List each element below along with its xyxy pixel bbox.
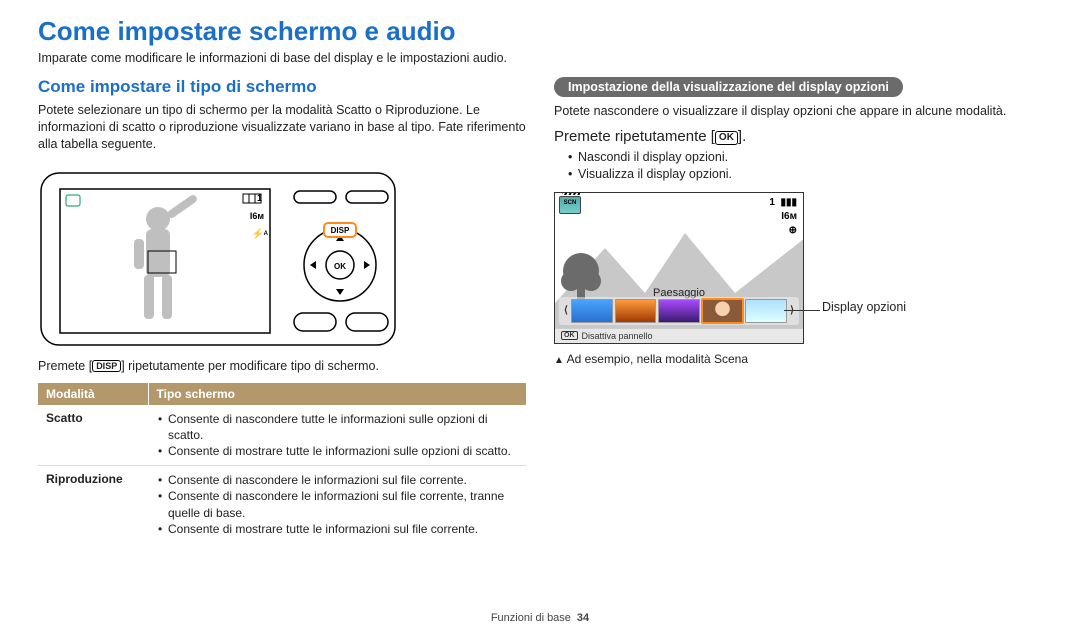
svg-text:DISP: DISP <box>331 226 350 235</box>
page-title: Come impostare schermo e audio <box>38 16 1042 47</box>
intro-text: Imparate come modificare le informazioni… <box>38 51 1042 65</box>
table-row: Riproduzione Consente di nascondere le i… <box>38 466 526 543</box>
table-row: Scatto Consente di nascondere tutte le i… <box>38 405 526 466</box>
screen-type-table: Modalità Tipo schermo Scatto Consente di… <box>38 383 526 543</box>
svg-text:I6ᴍ: I6ᴍ <box>250 211 265 221</box>
action-bullets: Nascondi il display opzioni. Visualizza … <box>554 149 1042 184</box>
right-column: Impostazione della visualizzazione del d… <box>554 77 1042 543</box>
camera-illustration: 1 I6ᴍ ⚡ A DISP OK <box>38 161 526 351</box>
scene-thumb-active[interactable] <box>702 299 744 323</box>
triangle-up-icon: ▲ <box>554 355 564 366</box>
scene-thumb[interactable] <box>745 299 787 323</box>
left-heading: Come impostare il tipo di schermo <box>38 77 526 97</box>
callout-label: Display opzioni <box>822 300 906 314</box>
section-pill: Impostazione della visualizzazione del d… <box>554 77 903 97</box>
scn-badge-icon: SCN <box>559 196 581 214</box>
preview-footer: OK Disattiva pannello <box>555 328 803 343</box>
left-column: Come impostare il tipo di schermo Potete… <box>38 77 526 543</box>
action-line: Premete ripetutamente [OK]. <box>554 128 1042 145</box>
ok-badge-icon: OK <box>561 331 578 340</box>
svg-text:OK: OK <box>334 262 346 271</box>
camera-caption: Premete [DISP] ripetutamente per modific… <box>38 359 526 373</box>
disp-chip-icon: DISP <box>92 360 121 373</box>
page-footer: Funzioni di base34 <box>0 612 1080 624</box>
scene-thumb[interactable] <box>571 299 613 323</box>
callout-line <box>784 310 820 311</box>
preview-osd-text: 1 ▮▮▮ I6ᴍ ⊕ <box>769 196 797 238</box>
display-preview: SCN 1 ▮▮▮ I6ᴍ ⊕ Paesaggio ⟨ <box>554 192 804 344</box>
svg-text:⚡: ⚡ <box>252 227 264 240</box>
scene-thumb[interactable] <box>615 299 657 323</box>
chevron-left-icon[interactable]: ⟨ <box>563 305 569 316</box>
col-type: Tipo schermo <box>148 383 526 405</box>
col-mode: Modalità <box>38 383 148 405</box>
ok-chip-icon: OK <box>715 131 738 145</box>
right-paragraph: Potete nascondere o visualizzare il disp… <box>554 103 1042 120</box>
chevron-right-icon[interactable]: ⟩ <box>789 305 795 316</box>
display-options-strip[interactable]: ⟨ ⟩ <box>559 297 799 325</box>
scene-thumb[interactable] <box>658 299 700 323</box>
example-caption: ▲ Ad esempio, nella modalità Scena <box>554 352 1042 366</box>
left-paragraph: Potete selezionare un tipo di schermo pe… <box>38 102 526 153</box>
svg-text:A: A <box>264 231 269 237</box>
